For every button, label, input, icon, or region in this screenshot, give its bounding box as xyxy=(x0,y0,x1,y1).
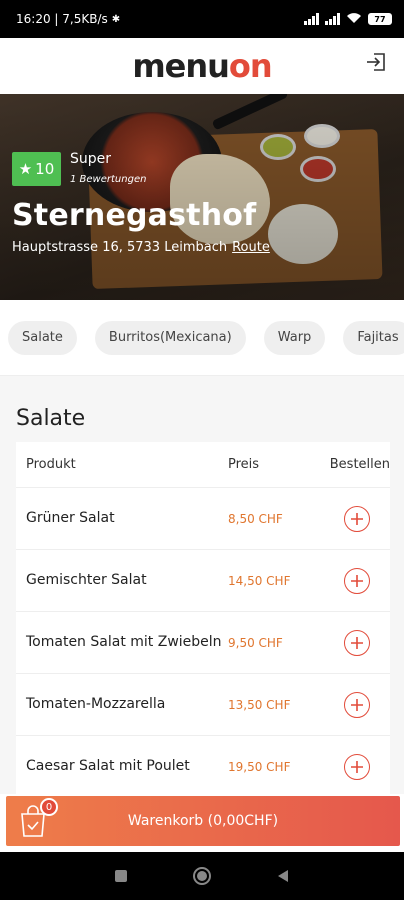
restaurant-name: Sternegasthof xyxy=(12,198,257,233)
recent-apps-button[interactable] xyxy=(109,864,133,888)
add-to-cart-button[interactable] xyxy=(344,691,370,718)
category-tabs: Salate Burritos(Mexicana) Warp Fajitas xyxy=(0,300,404,376)
table-row: Gemischter Salat 14,50 CHF xyxy=(16,550,390,612)
restaurant-hero: ★ 10 Super 1 Bewertungen Sternegasthof H… xyxy=(0,94,404,300)
cart-label: Warenkorb (0,00CHF) xyxy=(127,813,279,829)
column-header-price: Preis xyxy=(228,457,260,472)
system-nav-bar xyxy=(0,852,404,900)
rating-badge: ★ 10 xyxy=(12,152,61,186)
plus-icon xyxy=(351,574,363,587)
order-cell xyxy=(314,567,390,594)
add-to-cart-button[interactable] xyxy=(344,753,370,780)
product-price: 8,50 CHF xyxy=(228,511,283,526)
status-bar: 16:20 | 7,5KB/s ✱ 77 xyxy=(0,0,404,38)
home-button[interactable] xyxy=(190,864,214,888)
wifi-icon xyxy=(346,12,362,27)
add-to-cart-button[interactable] xyxy=(344,567,370,594)
category-chip-burritos[interactable]: Burritos(Mexicana) xyxy=(94,320,246,355)
product-name: Caesar Salat mit Poulet xyxy=(26,758,190,774)
star-icon: ★ xyxy=(18,160,33,178)
table-row: Tomaten-Mozzarella 13,50 CHF xyxy=(16,674,390,736)
battery-icon: 77 xyxy=(368,13,392,25)
column-header-product: Produkt xyxy=(26,457,76,472)
order-cell xyxy=(314,691,390,718)
table-row: Tomaten Salat mit Zwiebeln 9,50 CHF xyxy=(16,612,390,674)
menu-content: Salate Produkt Preis Bestellen Grüner Sa… xyxy=(0,376,404,794)
product-price: 9,50 CHF xyxy=(228,635,283,650)
signal-icon xyxy=(304,13,319,25)
cart-count-badge: 0 xyxy=(40,798,58,816)
cart-button[interactable]: 0 Warenkorb (0,00CHF) xyxy=(6,796,400,846)
menu-table: Produkt Preis Bestellen Grüner Salat 8,5… xyxy=(16,442,390,794)
plus-icon xyxy=(351,760,363,773)
column-header-order: Bestellen xyxy=(329,457,390,472)
order-cell xyxy=(314,505,390,532)
login-button[interactable] xyxy=(362,48,390,76)
add-to-cart-button[interactable] xyxy=(344,505,370,532)
category-chip-salate[interactable]: Salate xyxy=(8,320,77,355)
table-header: Produkt Preis Bestellen xyxy=(16,442,390,488)
plus-icon xyxy=(351,512,363,525)
route-link[interactable]: Route xyxy=(232,240,270,255)
table-row: Grüner Salat 8,50 CHF xyxy=(16,488,390,550)
square-icon xyxy=(114,870,127,882)
product-price: 14,50 CHF xyxy=(228,573,291,588)
order-cell xyxy=(314,753,390,780)
app-header: menuon xyxy=(0,38,404,94)
product-price: 13,50 CHF xyxy=(228,697,291,712)
product-name: Gemischter Salat xyxy=(26,572,147,588)
review-count: 1 Bewertungen xyxy=(70,174,147,185)
order-cell xyxy=(314,629,390,656)
table-row: Caesar Salat mit Poulet 19,50 CHF xyxy=(16,736,390,794)
home-circle-icon xyxy=(192,867,211,885)
plus-icon xyxy=(351,636,363,649)
bluetooth-icon: ✱ xyxy=(111,13,121,25)
address-text: Hauptstrasse 16, 5733 Leimbach xyxy=(12,240,228,255)
product-price: 19,50 CHF xyxy=(228,759,291,774)
rating-label: Super xyxy=(70,151,112,167)
menuon-logo: menuon xyxy=(132,47,272,85)
rating-score: 10 xyxy=(35,160,55,178)
product-name: Tomaten Salat mit Zwiebeln xyxy=(26,634,222,650)
restaurant-address: Hauptstrasse 16, 5733 Leimbach Route xyxy=(12,240,270,255)
category-chip-warp[interactable]: Warp xyxy=(263,320,326,355)
category-chip-fajitas[interactable]: Fajitas xyxy=(343,320,404,355)
back-triangle-icon xyxy=(278,870,289,882)
back-button[interactable] xyxy=(271,864,295,888)
signal-icon-2 xyxy=(325,13,340,25)
section-title: Salate xyxy=(16,406,86,431)
add-to-cart-button[interactable] xyxy=(344,629,370,656)
product-name: Grüner Salat xyxy=(26,510,115,526)
plus-icon xyxy=(351,698,363,711)
hero-overlay xyxy=(0,94,404,300)
login-icon xyxy=(367,53,385,71)
product-name: Tomaten-Mozzarella xyxy=(26,696,166,712)
status-time: 16:20 | 7,5KB/s xyxy=(16,12,108,26)
